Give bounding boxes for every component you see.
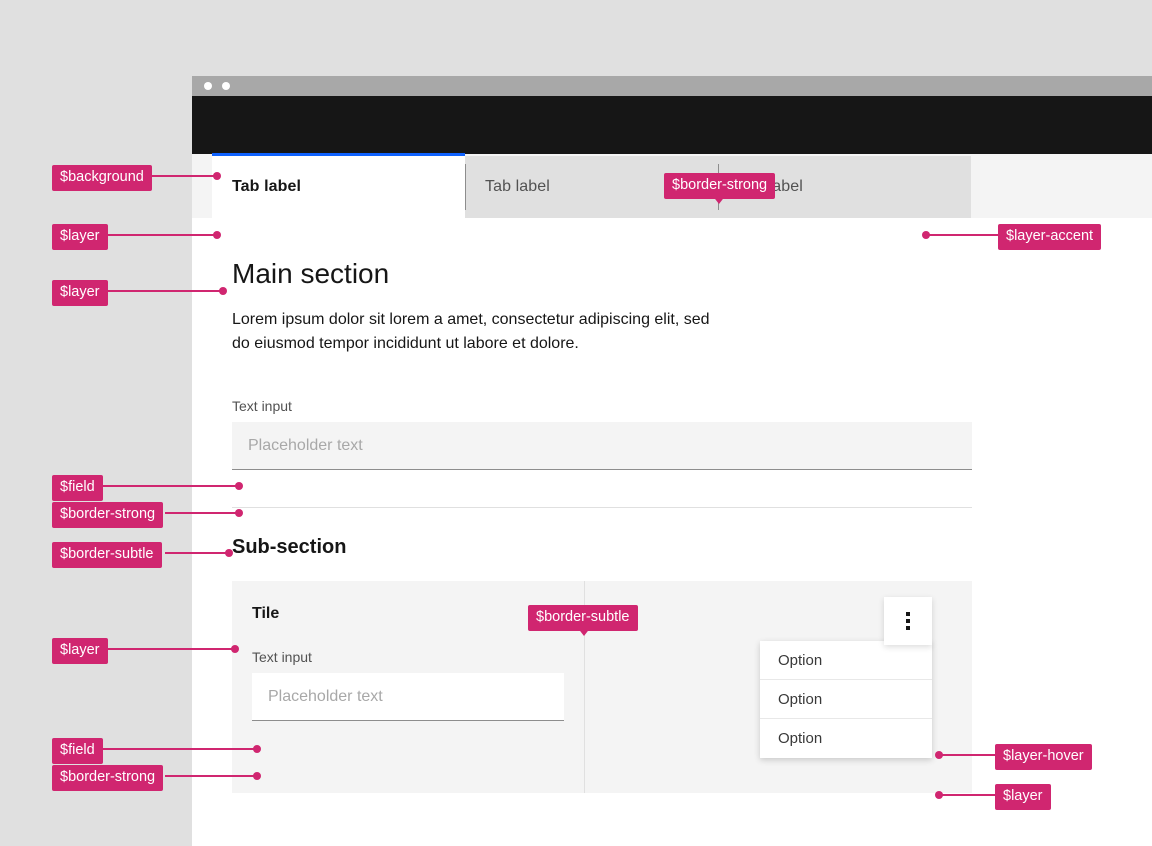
annotation-line-border-strong-input bbox=[165, 509, 243, 517]
app-header-bar bbox=[192, 96, 1152, 154]
window-titlebar bbox=[192, 76, 1152, 96]
annotation-tag-border-subtle-tile: $border-subtle bbox=[528, 605, 638, 631]
annotation-tag-layer-hover-menu: $layer-hover bbox=[995, 744, 1092, 770]
annotation-line-field-tile bbox=[100, 745, 261, 753]
annotation-line-layer-accent bbox=[922, 231, 998, 239]
tile-text-input-group: Text input Placeholder text bbox=[252, 649, 564, 721]
tab-1[interactable]: Tab label bbox=[212, 153, 465, 218]
tile-text-input-label: Text input bbox=[252, 649, 312, 665]
annotation-line-background bbox=[150, 172, 221, 180]
main-text-input-group: Text input Placeholder text bbox=[232, 398, 972, 470]
annotation-tag-border-strong-tabs: $border-strong bbox=[664, 173, 776, 199]
window-dot-icon[interactable] bbox=[204, 82, 212, 90]
menu-item-label: Option bbox=[778, 690, 823, 708]
section-divider bbox=[232, 507, 972, 508]
annotation-tag-layer-tile: $layer bbox=[52, 638, 108, 664]
window-dot-icon[interactable] bbox=[222, 82, 230, 90]
overflow-menu: Option Option Option bbox=[760, 641, 932, 758]
annotation-tag-layer-tab: $layer bbox=[52, 224, 108, 250]
overflow-menu-button[interactable] bbox=[884, 597, 932, 645]
annotation-tag-field-main: $field bbox=[52, 475, 103, 501]
menu-item-label: Option bbox=[778, 651, 823, 669]
annotation-tag-field-tile: $field bbox=[52, 738, 103, 764]
menu-item-label: Option bbox=[778, 730, 823, 747]
main-text-input[interactable]: Placeholder text bbox=[232, 422, 972, 470]
app-body: Tab label Tab label Tab label Main secti… bbox=[192, 153, 1152, 846]
annotation-line-layer-hover-menu bbox=[935, 751, 995, 759]
annotation-line-field-main bbox=[100, 482, 243, 490]
section-paragraph: Lorem ipsum dolor sit lorem a amet, cons… bbox=[232, 311, 710, 352]
menu-item-option-3[interactable]: Option bbox=[760, 719, 932, 758]
overflow-vertical-icon bbox=[906, 612, 910, 630]
menu-item-option-1[interactable]: Option bbox=[760, 641, 932, 680]
annotation-line-layer-tile bbox=[106, 645, 239, 653]
annotation-line-layer-menu bbox=[935, 791, 995, 799]
main-text-input-label: Text input bbox=[232, 398, 292, 414]
menu-item-option-2[interactable]: Option bbox=[760, 680, 932, 719]
annotation-tag-border-subtle-divider: $border-subtle bbox=[52, 542, 162, 568]
main-text-input-placeholder: Placeholder text bbox=[248, 436, 363, 454]
tile-text-input-placeholder: Placeholder text bbox=[268, 687, 383, 705]
annotation-tag-layer-accent: $layer-accent bbox=[998, 224, 1102, 250]
annotation-tag-border-strong-tile-input: $border-strong bbox=[52, 765, 164, 791]
tile-right: Option Option Option bbox=[584, 581, 972, 793]
annotation-line-border-subtle-divider bbox=[165, 549, 233, 557]
tab-label: Tab label bbox=[485, 178, 550, 195]
annotation-tag-layer-menu: $layer bbox=[995, 784, 1051, 810]
tile-text-input[interactable]: Placeholder text bbox=[252, 673, 564, 721]
tab-label: Tab label bbox=[232, 178, 302, 195]
annotation-line-border-strong-tile-input bbox=[165, 772, 261, 780]
sub-section-title: Sub-section bbox=[232, 536, 347, 558]
annotation-line-layer-panel bbox=[106, 287, 227, 295]
annotation-tag-layer-panel: $layer bbox=[52, 280, 108, 306]
annotation-line-layer-tab bbox=[106, 231, 221, 239]
annotation-tag-border-strong-input: $border-strong bbox=[52, 502, 164, 528]
tile-title: Tile bbox=[252, 605, 280, 622]
annotation-tag-background: $background bbox=[52, 165, 152, 191]
